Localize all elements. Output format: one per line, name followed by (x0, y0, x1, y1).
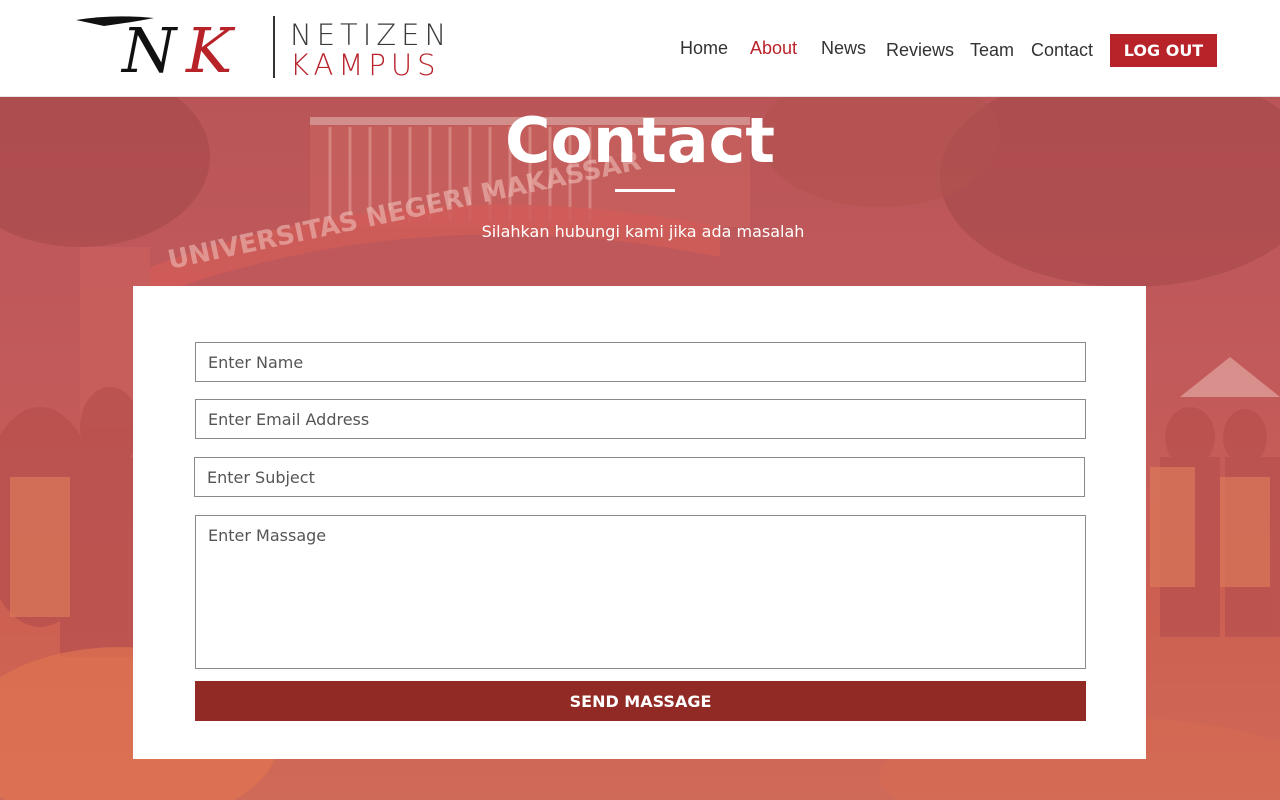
nk-logo-mark: N K (76, 14, 236, 82)
send-message-button[interactable]: SEND MASSAGE (195, 681, 1086, 721)
site-logo[interactable]: N K NETIZEN KAMPUS (74, 12, 464, 82)
nav-news[interactable]: News (821, 38, 866, 59)
email-input[interactable] (195, 399, 1086, 439)
nav-home[interactable]: Home (680, 38, 728, 59)
logo-text-kampus: KAMPUS (290, 48, 441, 82)
page-title: Contact (504, 104, 776, 177)
nav-reviews[interactable]: Reviews (886, 40, 954, 61)
message-textarea[interactable] (195, 515, 1086, 669)
contact-form-card: SEND MASSAGE (133, 286, 1146, 759)
page-subtitle: Silahkan hubungi kami jika ada masalah (481, 222, 805, 241)
nav-team[interactable]: Team (970, 40, 1014, 61)
svg-text:K: K (185, 14, 236, 82)
subject-input[interactable] (194, 457, 1085, 497)
logo-divider (273, 16, 275, 78)
title-underline (615, 189, 675, 192)
site-header: N K NETIZEN KAMPUS Home About News Revie… (0, 0, 1280, 97)
logo-text-netizen: NETIZEN (290, 18, 452, 52)
name-input[interactable] (195, 342, 1086, 382)
nav-contact[interactable]: Contact (1031, 40, 1093, 61)
nav-about[interactable]: About (750, 38, 797, 59)
svg-text:N: N (120, 14, 179, 82)
logout-button[interactable]: LOG OUT (1110, 34, 1217, 67)
